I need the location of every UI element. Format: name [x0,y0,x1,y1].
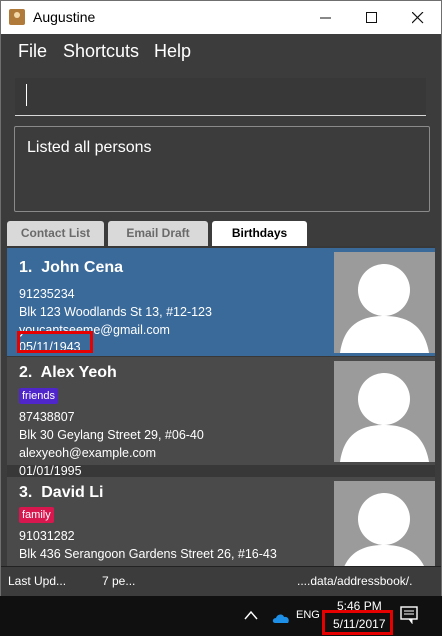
tag-badge: friends [19,388,59,404]
person-name: 1. John Cena [19,259,124,276]
text-caret [26,84,27,106]
action-center-icon[interactable] [400,606,418,629]
person-email: alexyeoh@example.com [19,446,157,460]
window-title: Augustine [33,9,96,25]
person-address: Blk 30 Geylang Street 29, #06-40 [19,428,204,442]
maximize-button[interactable] [349,1,395,34]
onedrive-cloud-icon[interactable] [271,611,291,629]
result-display[interactable]: Listed all persons [14,126,430,212]
annotation-highlight-box [322,610,393,635]
app-body: File Shortcuts Help Listed all persons C… [1,34,441,596]
person-card-1[interactable]: 1. John Cena 91235234 Blk 123 Woodlands … [7,248,435,356]
tab-birthdays[interactable]: Birthdays [212,221,307,246]
close-button[interactable] [395,1,441,34]
tag-badge: family [19,507,54,523]
tab-bar: Contact List Email Draft Birthdays [1,220,441,246]
taskbar: ENG 5:46 PM 5/11/2017 [0,596,442,636]
tab-email-draft[interactable]: Email Draft [108,221,208,246]
person-card-3[interactable]: 3. David Li family 91031282 Blk 436 Sera… [7,477,435,566]
menu-help[interactable]: Help [154,41,191,62]
input-language[interactable]: ENG [296,609,320,621]
maximize-icon [366,12,377,23]
person-card-2[interactable]: 2. Alex Yeoh friends 87438807 Blk 30 Gey… [7,357,435,478]
person-phone: 91031282 [19,529,75,543]
person-list[interactable]: 1. John Cena 91235234 Blk 123 Woodlands … [7,246,435,566]
result-message: Listed all persons [27,139,152,156]
profile-placeholder-icon [340,373,429,462]
command-input[interactable] [15,78,426,116]
person-phone: 87438807 [19,410,75,424]
minimize-button[interactable] [303,1,349,34]
app-window: Augustine File Shortcuts Help Listed all… [0,0,442,596]
menu-shortcuts[interactable]: Shortcuts [63,41,139,62]
avatar [334,252,435,353]
show-hidden-icons-chevron-icon[interactable] [244,607,258,625]
status-bar: Last Upd... 7 pe... ....data/addressbook… [1,566,441,596]
person-address: Blk 123 Woodlands St 13, #12-123 [19,305,212,319]
tab-contact-list[interactable]: Contact List [7,221,104,246]
person-name: 3. David Li [19,484,104,501]
avatar [334,481,435,566]
address-book-icon [9,9,25,25]
profile-placeholder-icon [340,264,429,353]
status-last-updated: Last Upd... [8,574,67,588]
status-save-location: ....data/addressbook/. [297,574,413,588]
menu-bar: File Shortcuts Help [1,34,441,72]
status-person-count: 7 pe... [102,574,136,588]
close-icon [412,12,424,24]
minimize-icon [320,17,331,19]
avatar [334,361,435,462]
person-phone: 91235234 [19,287,75,301]
annotation-highlight-box [17,331,93,353]
title-bar[interactable]: Augustine [1,1,441,34]
person-name: 2. Alex Yeoh [19,364,117,381]
menu-file[interactable]: File [18,41,47,62]
profile-placeholder-icon [344,493,424,566]
person-birthday: 01/01/1995 [19,464,82,478]
person-address: Blk 436 Serangoon Gardens Street 26, #16… [19,547,277,561]
